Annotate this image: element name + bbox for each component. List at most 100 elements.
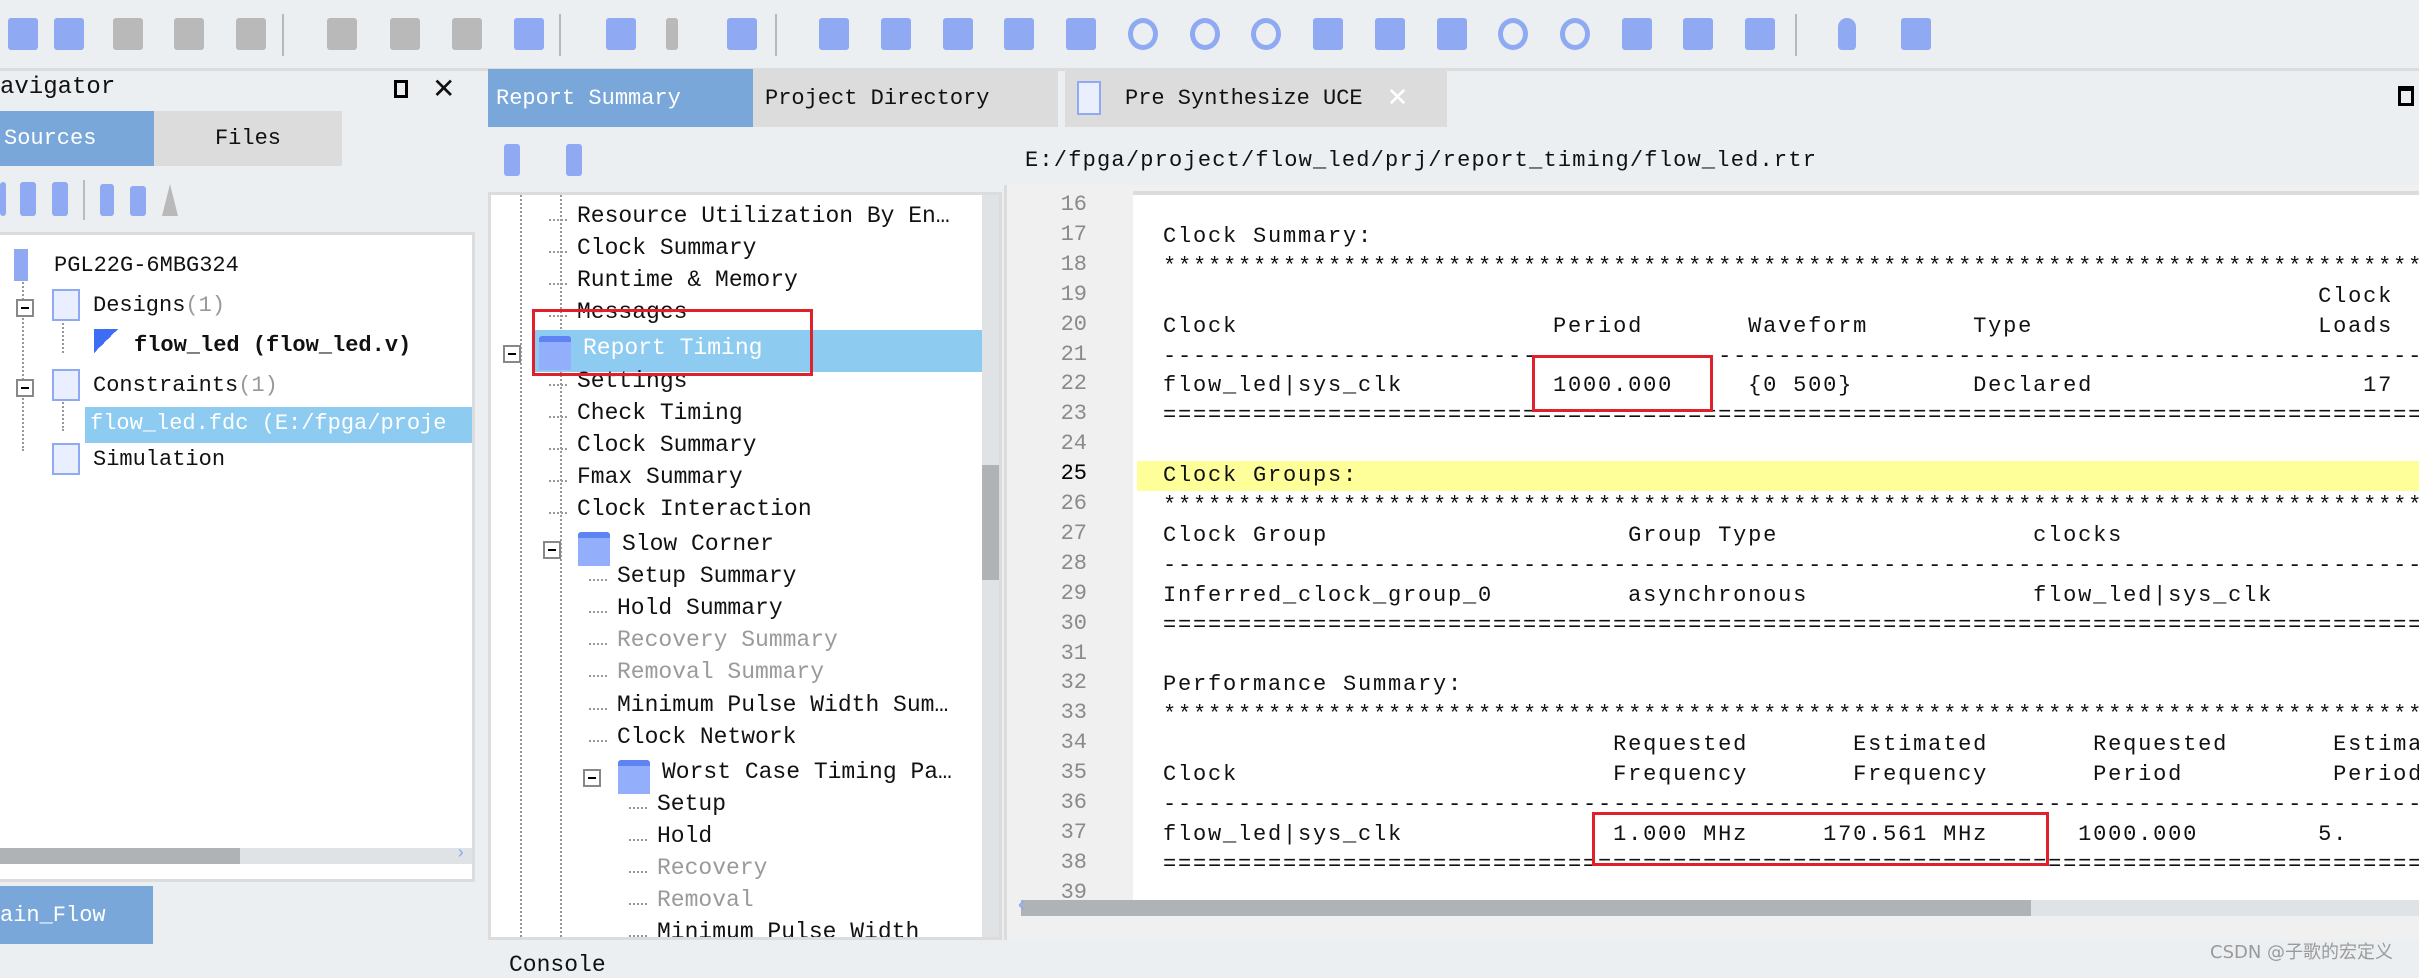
horizontal-scrollbar[interactable] [1021,900,2419,916]
main-toolbar [0,0,2419,71]
report-tree-item[interactable]: Slow Corner [622,531,774,557]
document-icon [52,443,80,475]
folder-icon [578,532,610,566]
report-tree-item[interactable]: Fmax Summary [577,464,743,490]
add-folder-icon[interactable] [130,186,146,216]
tree-item[interactable]: Simulation [93,447,225,472]
collapse-all-icon[interactable] [52,182,68,216]
line-number: 32 [1060,670,1087,696]
collapse-toggle[interactable] [503,345,521,364]
org-tree-icon[interactable] [1745,18,1775,50]
item-count: (1) [185,293,226,318]
collapse-toggle[interactable] [543,541,561,559]
tab-pre-synthesize-uce[interactable]: Pre Synthesize UCE ✕ [1065,69,1447,127]
close-tab-icon[interactable]: ✕ [1387,83,1409,113]
report-icon[interactable] [881,18,911,50]
report-tree-item[interactable]: Clock Network [617,724,796,750]
paste-icon[interactable] [452,18,482,50]
tip-bulb-icon[interactable] [1838,18,1856,50]
chart-icon[interactable] [1622,18,1652,50]
horizontal-scrollbar[interactable]: › [0,844,472,864]
edit-constraints-icon[interactable] [819,18,849,50]
tab-report-summary[interactable]: Report Summary [488,69,753,127]
warning-icon[interactable] [162,184,178,216]
report-tree-item[interactable]: Removal Summary [617,659,824,685]
tree-line [589,707,607,710]
waveform-icon[interactable] [1251,18,1281,50]
collapse-toggle[interactable] [16,379,34,397]
download-icon[interactable] [1498,18,1528,50]
pause-icon[interactable] [666,18,678,50]
line-number: 22 [1060,371,1087,397]
scrollbar-thumb[interactable] [1021,900,2031,916]
io-icon[interactable] [1375,18,1405,50]
save-all-icon[interactable] [236,18,266,50]
device-map-icon[interactable] [1066,18,1096,50]
save-icon[interactable] [113,18,143,50]
tree-item[interactable]: flow_led.fdc (E:/fpga/proje [90,411,446,436]
save-as-icon[interactable] [174,18,204,50]
report-tree-item[interactable]: Clock Summary [577,235,756,261]
flash-refresh-icon[interactable] [1128,18,1158,50]
restore-panel-icon[interactable] [394,80,408,98]
sources-tree-panel: PGL22G-6MBG324 Designs(1) flow_led (flow_l… [0,232,475,882]
collapse-all-icon[interactable] [566,144,582,176]
tab-project-directory[interactable]: Project Directory [753,69,1058,127]
exit-icon[interactable] [1901,18,1931,50]
vertical-scrollbar[interactable] [982,195,999,937]
tab-label: Project Directory [765,85,990,111]
report-tree-item[interactable]: Runtime & Memory [577,267,798,293]
report-tree-item[interactable]: Clock Summary [577,432,756,458]
tree-item[interactable]: PGL22G-6MBG324 [54,253,239,278]
timing-refresh-icon[interactable] [1190,18,1220,50]
add-ip-icon[interactable] [100,184,114,216]
collapse-toggle[interactable] [583,768,601,787]
new-file-icon[interactable] [8,18,38,50]
copy-icon[interactable] [390,18,420,50]
scroll-left-icon[interactable]: ‹ [1015,893,1028,918]
tree-item[interactable]: Constraints(1) [93,373,278,398]
tab-sources[interactable]: Sources [0,111,154,166]
report-tree-item[interactable]: Worst Case Timing Pa… [662,759,952,785]
line-number: 21 [1060,341,1087,367]
expand-icon[interactable] [0,182,6,216]
report-tree-item[interactable]: Setup Summary [617,563,796,589]
scrollbar-thumb[interactable] [982,465,999,580]
expand-all-icon[interactable] [20,182,36,216]
tree-item[interactable]: flow_led (flow_led.v) [134,333,411,358]
report-tree-item[interactable]: Check Timing [577,400,743,426]
collapse-toggle[interactable] [16,299,34,317]
schematic-icon[interactable] [943,18,973,50]
report-tree-item[interactable]: Clock Interaction [577,496,812,522]
find-icon[interactable] [514,18,544,50]
cut-icon[interactable] [327,18,357,50]
timing-analyzer-icon[interactable] [1313,18,1343,50]
report-tree-item[interactable]: Setup [657,791,726,817]
expand-all-icon[interactable] [504,144,520,176]
maximize-icon[interactable] [2398,86,2414,106]
report-tree-item[interactable]: Hold [657,823,712,849]
run-icon[interactable] [606,18,636,50]
console-tab[interactable]: Console [509,952,606,978]
tab-main-flow[interactable]: ain_Flow [0,886,153,944]
report-tree-item[interactable]: Minimum Pulse Width Sum… [617,692,948,718]
scroll-right-icon[interactable]: › [455,844,466,864]
report-tree-item[interactable]: Resource Utilization By En… [577,203,950,229]
tree-line [560,195,562,937]
ip-icon[interactable] [1560,18,1590,50]
debug-bug-icon[interactable] [1437,18,1467,50]
settings-gear-icon[interactable] [727,18,757,50]
report-tree-item[interactable]: Minimum Pulse Width [657,919,919,937]
report-line: Clock Frequency Frequency Period Period [1163,762,2419,788]
report-tree-item[interactable]: Recovery [657,855,767,881]
net-tree-icon[interactable] [1683,18,1713,50]
open-folder-icon[interactable] [54,18,84,50]
report-tree-item[interactable]: Removal [657,887,754,913]
tab-files[interactable]: Files [154,111,342,166]
close-panel-icon[interactable]: ✕ [432,72,455,105]
report-tree-item[interactable]: Recovery Summary [617,627,838,653]
hierarchy-icon[interactable] [1004,18,1034,50]
report-tree-item[interactable]: Hold Summary [617,595,783,621]
tree-item[interactable]: Designs(1) [93,293,225,318]
scrollbar-thumb[interactable] [0,848,240,864]
